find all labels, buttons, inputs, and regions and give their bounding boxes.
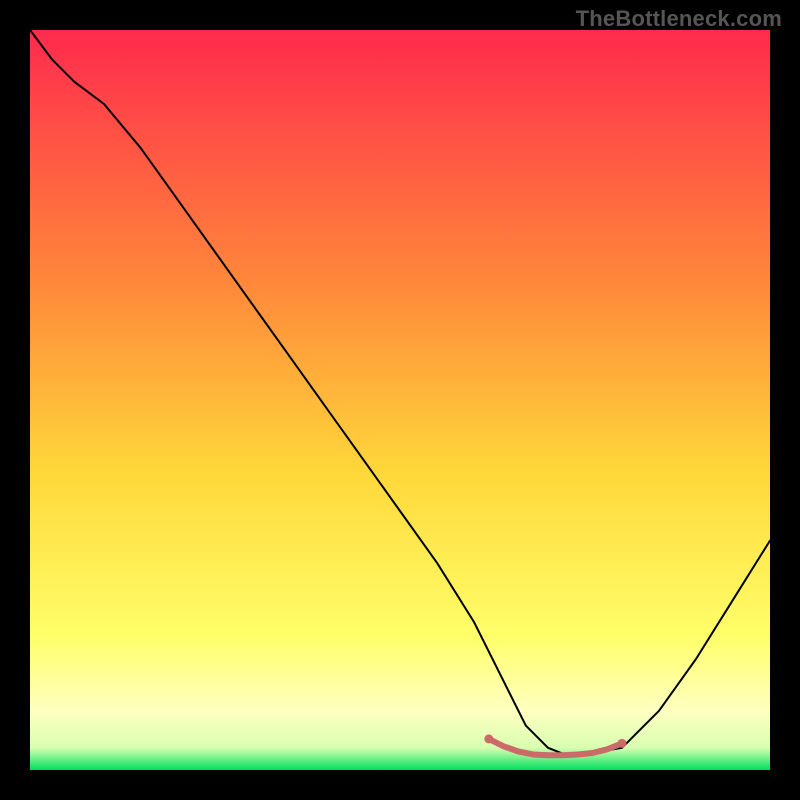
gradient-background [30, 30, 770, 770]
chart-svg [30, 30, 770, 770]
watermark-text: TheBottleneck.com [576, 6, 782, 32]
series-optimal-band-cap [484, 734, 493, 743]
chart-frame: TheBottleneck.com [0, 0, 800, 800]
plot-area [30, 30, 770, 770]
series-optimal-band-cap [618, 739, 627, 748]
